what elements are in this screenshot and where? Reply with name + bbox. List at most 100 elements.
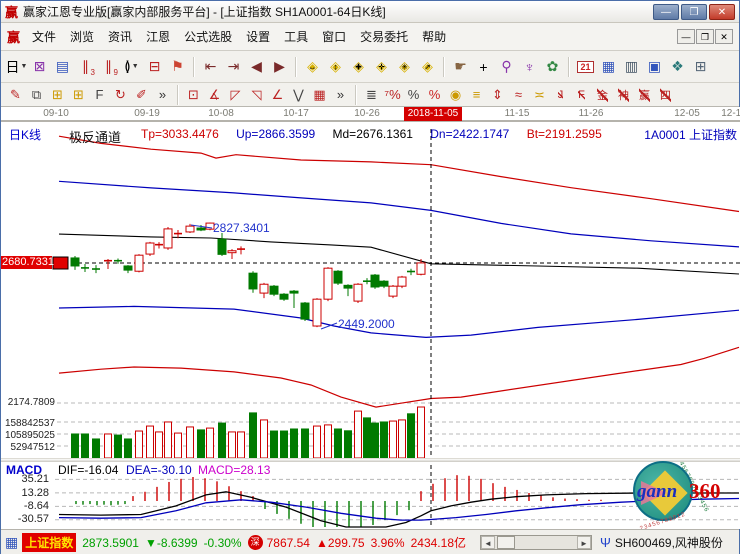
- fib-grid-icon[interactable]: F: [89, 85, 110, 105]
- ray-box-icon[interactable]: ◹: [246, 85, 267, 105]
- more-draw-tools-button[interactable]: »: [330, 85, 351, 105]
- close-button[interactable]: ✕: [709, 4, 735, 20]
- golden-grid-icon[interactable]: ⊞: [47, 85, 68, 105]
- magnifier-icon[interactable]: ⚲: [495, 55, 518, 79]
- gann-anchor-icon[interactable]: ♆: [518, 55, 541, 79]
- wave-icon[interactable]: ≈: [508, 85, 529, 105]
- menu-item-交易委托[interactable]: 交易委托: [353, 25, 415, 48]
- angle-j-icon[interactable]: J: [550, 85, 571, 105]
- menu-item-公式选股[interactable]: 公式选股: [177, 25, 239, 48]
- macd-scale-3: -8.64: [1, 500, 49, 512]
- maximize-button[interactable]: ❐: [681, 4, 707, 20]
- percent-icon[interactable]: %: [403, 85, 424, 105]
- sz-index-change: ▲299.75: [316, 536, 365, 550]
- toolbar-separator: [355, 85, 357, 105]
- zoom-fit-icon[interactable]: ◈✳: [393, 55, 416, 79]
- trend-lines-icon[interactable]: ∠: [267, 85, 288, 105]
- gold-lines-icon[interactable]: ≡: [466, 85, 487, 105]
- scroll-left-button[interactable]: ◄: [481, 536, 495, 549]
- zoom-h-icon[interactable]: ◈↔: [301, 55, 324, 79]
- panel-layout-icon[interactable]: ⊟: [143, 55, 166, 79]
- index-change-pct: -0.30%: [204, 536, 242, 550]
- gann-fan-icon[interactable]: ∡: [204, 85, 225, 105]
- channel-tp-value: Tp=3033.4476: [141, 127, 219, 141]
- menu-logo-icon: 赢: [7, 27, 20, 46]
- menu-item-浏览[interactable]: 浏览: [63, 25, 101, 48]
- calendar-icon[interactable]: 21: [574, 55, 597, 79]
- period-day-selector[interactable]: 日▼: [5, 55, 28, 79]
- zigzag-icon[interactable]: ⋁: [288, 85, 309, 105]
- brush-icon[interactable]: ✎: [5, 85, 26, 105]
- mdi-close-button[interactable]: ✕: [715, 29, 733, 44]
- info-list-icon[interactable]: ▤: [51, 55, 74, 79]
- prev-bar-button[interactable]: ◀: [245, 55, 268, 79]
- mdi-restore-button[interactable]: ❐: [696, 29, 714, 44]
- index-change: ▼-8.6399: [145, 536, 198, 550]
- grid-overlay-icon[interactable]: ▦: [309, 85, 330, 105]
- network-window-icon[interactable]: ⊠: [28, 55, 51, 79]
- volume-macd-splitter[interactable]: [1, 458, 740, 462]
- logo-360-text: 360: [689, 479, 721, 504]
- gold-band-icon[interactable]: ≍: [529, 85, 550, 105]
- candle-style-selector[interactable]: ≬▼: [120, 55, 143, 79]
- notebook-icon[interactable]: ▥: [620, 55, 643, 79]
- zoom-in-icon[interactable]: ◈✚: [347, 55, 370, 79]
- minimize-button[interactable]: —: [653, 4, 679, 20]
- crosshair-icon[interactable]: +: [472, 55, 495, 79]
- status-scrollbar[interactable]: ◄ ►: [480, 535, 592, 550]
- gann-box-icon[interactable]: ⊡: [183, 85, 204, 105]
- percent-gold-icon[interactable]: %: [424, 85, 445, 105]
- zoom-out-icon[interactable]: ◈✛: [370, 55, 393, 79]
- cycle-grid-icon[interactable]: ↻: [110, 85, 131, 105]
- menu-item-帮助[interactable]: 帮助: [415, 25, 453, 48]
- gold-circle-icon[interactable]: ◉: [445, 85, 466, 105]
- chart-area[interactable]: 09-1009-1910-0810-1710-2611-1511-2612-05…: [1, 107, 740, 529]
- gann-grid-icon[interactable]: ⧉: [26, 85, 47, 105]
- remote-pc-icon[interactable]: ❖: [666, 55, 689, 79]
- first-bar-button[interactable]: ⇤: [199, 55, 222, 79]
- volume-scale-2: 105895025: [1, 430, 55, 441]
- menu-item-窗口[interactable]: 窗口: [315, 25, 353, 48]
- menu-item-设置[interactable]: 设置: [239, 25, 277, 48]
- shenzhen-badge-icon[interactable]: 深: [248, 535, 263, 550]
- kline-major-cycle-icon[interactable]: ∥9: [97, 55, 120, 79]
- fan-box-icon[interactable]: ◸: [225, 85, 246, 105]
- menu-item-资讯[interactable]: 资讯: [101, 25, 139, 48]
- mdi-minimize-button[interactable]: —: [677, 29, 695, 44]
- date-tick-10-17: 10-17: [283, 108, 309, 119]
- more-grid-tools-button[interactable]: »: [152, 85, 173, 105]
- angle-gold-icon[interactable]: 金: [592, 85, 613, 105]
- next-bar-button[interactable]: ▶: [268, 55, 291, 79]
- zoom-reset-icon[interactable]: ◈↗: [416, 55, 439, 79]
- printer-icon[interactable]: ⊞: [689, 55, 712, 79]
- index-name-badge[interactable]: 上证指数: [22, 533, 76, 552]
- scroll-thumb[interactable]: [497, 536, 515, 549]
- angle-shen-icon[interactable]: 神: [613, 85, 634, 105]
- pen-grid-icon[interactable]: ✐: [131, 85, 152, 105]
- scroll-right-button[interactable]: ►: [577, 536, 591, 549]
- price-grid-icon[interactable]: ⊞: [68, 85, 89, 105]
- calculator-icon[interactable]: ▦: [597, 55, 620, 79]
- pan-hand-icon[interactable]: ☛: [449, 55, 472, 79]
- flower-tool-icon[interactable]: ✿: [541, 55, 564, 79]
- angle-f-icon[interactable]: F: [571, 85, 592, 105]
- menu-item-工具[interactable]: 工具: [277, 25, 315, 48]
- last-bar-button[interactable]: ⇥: [222, 55, 245, 79]
- save-icon[interactable]: ▣: [643, 55, 666, 79]
- flag-marker-icon[interactable]: ⚑: [166, 55, 189, 79]
- scroll-track[interactable]: [495, 536, 577, 549]
- menu-item-江恩[interactable]: 江恩: [139, 25, 177, 48]
- kline-minor-cycle-icon[interactable]: ∥3: [74, 55, 97, 79]
- zoom-v-icon[interactable]: ◈↕: [324, 55, 347, 79]
- channel-up-value: Up=2866.3599: [236, 127, 315, 141]
- percent-7-icon[interactable]: ⁷%: [382, 85, 403, 105]
- angle-four-icon[interactable]: 四: [655, 85, 676, 105]
- menu-item-文件[interactable]: 文件: [25, 25, 63, 48]
- macd-scale-4: -30.57: [1, 513, 49, 525]
- period-label: 日K线: [9, 126, 41, 143]
- quote-grid-icon[interactable]: ▦: [5, 534, 18, 551]
- measure-icon[interactable]: ⇕: [487, 85, 508, 105]
- turnover-amount: 2434.18亿: [411, 534, 466, 551]
- angle-win-icon[interactable]: 赢: [634, 85, 655, 105]
- scale-list-icon[interactable]: ≣: [361, 85, 382, 105]
